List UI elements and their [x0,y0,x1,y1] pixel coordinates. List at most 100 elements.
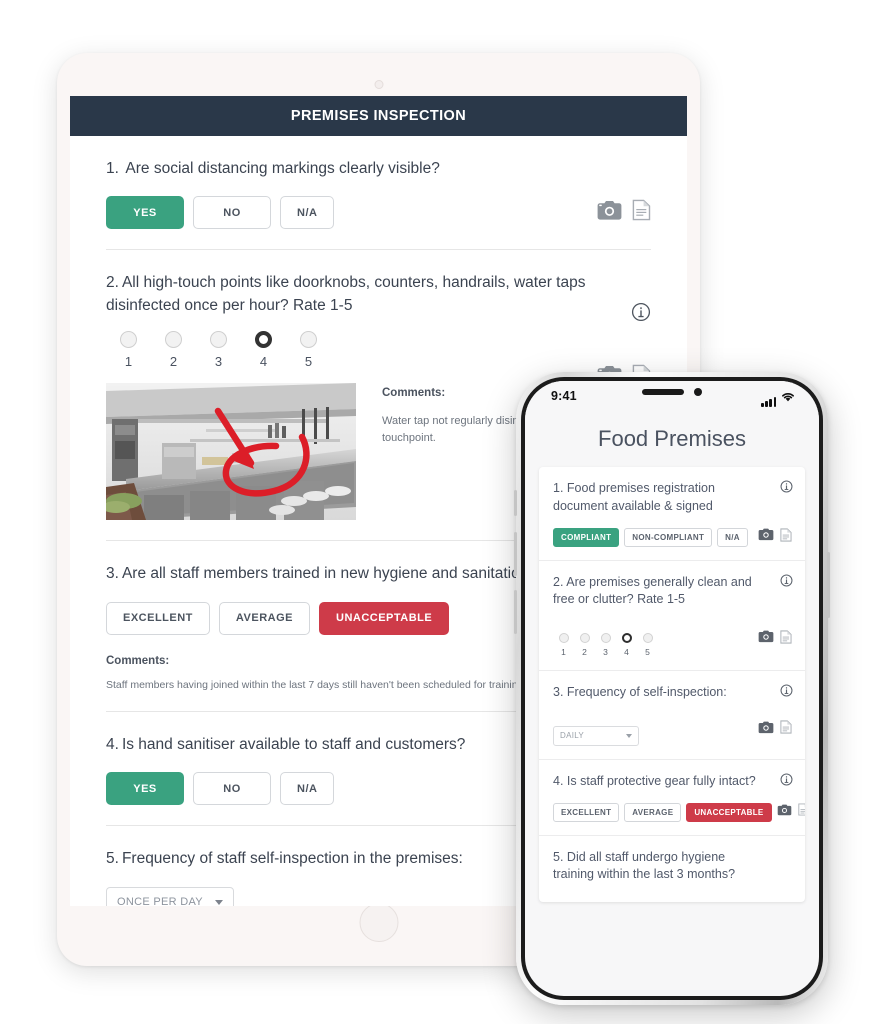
question-5-number: 5. [106,850,119,868]
phone-radio-2[interactable] [579,633,590,643]
phone-question-1-answer-row: COMPLIANT NON-COMPLIANT N/A [553,527,792,547]
phone-answer-button-compliant[interactable]: COMPLIANT [553,527,620,547]
tablet-home-button[interactable] [359,903,398,942]
phone-question-4-label: Is staff protective gear fully intact? [566,773,756,788]
document-icon[interactable] [780,629,792,649]
phone-question-1-number: 1. [553,481,564,495]
phone-form-card: 1. Food premises registration document a… [539,467,805,902]
phone-question-5-text: 5. Did all staff undergo hygiene trainin… [553,849,792,885]
phone-screen: 9:41 Food Premises 1. Food premises regi… [525,381,819,996]
question-block-1: 1. Are social distancing markings clearl… [106,136,651,251]
phone-rating-label-2: 2 [582,647,587,657]
phone-volume-up-button[interactable] [514,532,517,576]
chevron-down-icon [626,733,632,738]
phone-answer-button-na[interactable]: N/A [717,527,748,547]
phone-question-block-4: 4. Is staff protective gear fully intact… [539,760,805,836]
phone-question-5-label: Did all staff undergo hygiene training w… [553,849,736,882]
answer-button-average[interactable]: AVERAGE [218,601,310,635]
phone-power-button[interactable] [827,552,830,618]
answer-button-na[interactable]: N/A [280,772,335,806]
phone-question-4-number: 4. [553,773,564,788]
answer-button-na[interactable]: N/A [280,196,335,230]
info-icon[interactable] [780,480,793,498]
camera-icon[interactable] [758,721,774,739]
phone-rating-option-4[interactable]: 4 [616,633,637,657]
rating-label-3: 3 [214,354,223,370]
answer-button-no[interactable]: NO [193,772,271,806]
phone-frequency-select[interactable]: DAILY [553,725,639,746]
answer-button-yes[interactable]: YES [106,196,184,230]
answer-button-unacceptable[interactable]: UNACCEPTABLE [319,601,450,635]
radio-1[interactable] [120,331,137,349]
phone-status-bar: 9:41 [525,381,819,411]
phone-radio-5[interactable] [642,633,653,643]
info-icon[interactable] [780,574,793,592]
document-icon[interactable] [780,527,792,547]
phone-question-3-label: Frequency of self-inspection: [566,685,727,699]
answer-button-no[interactable]: NO [193,196,271,230]
document-icon[interactable] [780,720,792,739]
rating-option-3[interactable]: 3 [196,331,241,369]
question-2-label: All high-touch points like doorknobs, co… [106,274,586,314]
phone-question-5-number: 5. [553,849,564,864]
question-5-label: Frequency of staff self-inspection in th… [121,850,463,868]
camera-icon[interactable] [758,528,774,546]
answer-button-yes[interactable]: YES [106,772,184,806]
info-icon[interactable] [780,773,793,791]
phone-radio-3[interactable] [600,633,611,643]
phone-mute-switch[interactable] [514,490,517,516]
radio-2[interactable] [165,331,182,349]
phone-question-3-number: 3. [553,685,564,699]
question-3-label: Are all staff members trained in new hyg… [121,565,529,583]
phone-radio-1[interactable] [558,633,569,643]
rating-option-1[interactable]: 1 [106,331,151,369]
question-2-number: 2. [106,274,119,292]
phone-volume-down-button[interactable] [514,590,517,634]
rating-option-5[interactable]: 5 [286,331,331,369]
phone-rating-option-2[interactable]: 2 [574,633,595,657]
phone-radio-4-selected[interactable] [621,633,632,643]
phone-rating-label-5: 5 [645,647,650,657]
cellular-signal-icon [761,397,776,407]
phone-question-3-text: 3. Frequency of self-inspection: [553,684,792,702]
phone-answer-button-unacceptable[interactable]: UNACCEPTABLE [686,802,772,822]
phone-attachment-icons-3 [758,720,792,739]
phone-rating-option-3[interactable]: 3 [595,633,616,657]
rating-label-1: 1 [124,354,133,370]
question-2-info-icon[interactable] [631,302,651,327]
phone-bezel: 9:41 Food Premises 1. Food premises regi… [521,377,823,1000]
camera-icon[interactable] [597,200,622,226]
frequency-select[interactable]: ONCE PER DAY [106,886,234,906]
phone-question-4-text: 4. Is staff protective gear fully intact… [553,773,792,791]
radio-4-selected[interactable] [255,331,272,349]
tablet-header-bar: PREMISES INSPECTION [70,96,687,136]
radio-5[interactable] [300,331,317,349]
tablet-front-camera-icon [374,80,383,89]
phone-answer-button-excellent[interactable]: EXCELLENT [553,802,620,822]
phone-answer-button-average[interactable]: AVERAGE [624,802,682,822]
rating-label-5: 5 [304,354,313,370]
document-icon[interactable] [632,199,651,226]
camera-icon[interactable] [758,630,774,648]
phone-answer-button-non-compliant[interactable]: NON-COMPLIANT [624,527,713,547]
phone-attachment-icons-1 [758,527,792,547]
radio-3[interactable] [210,331,227,349]
info-icon[interactable] [780,684,793,702]
rating-option-2[interactable]: 2 [151,331,196,369]
kitchen-photo-thumbnail[interactable] [106,383,356,521]
rating-option-4[interactable]: 4 [241,331,286,369]
dynamic-island [642,388,702,396]
question-1-answer-row: YES NO N/A [106,196,651,230]
phone-question-2-number: 2. [553,574,564,589]
phone-question-block-3: 3. Frequency of self-inspection: DAILY [539,671,805,760]
phone-question-2-text: 2. Are premises generally clean and free… [553,574,792,610]
page-title: PREMISES INSPECTION [290,108,467,124]
speaker-slot-icon [642,389,684,395]
phone-rating-option-5[interactable]: 5 [637,633,658,657]
phone-attachment-icons-2 [758,629,792,649]
phone-rating-option-1[interactable]: 1 [553,633,574,657]
document-icon[interactable] [797,803,805,821]
answer-button-excellent[interactable]: EXCELLENT [106,601,210,635]
camera-icon[interactable] [777,803,792,821]
phone-device: 9:41 Food Premises 1. Food premises regi… [514,372,830,1005]
